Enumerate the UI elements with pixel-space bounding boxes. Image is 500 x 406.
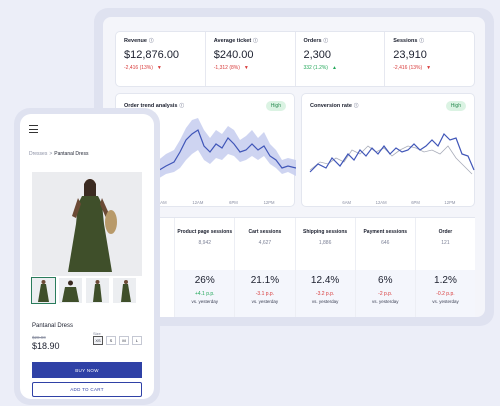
funnel-step[interactable]: Payment sessions 646 6% -2 p.p. vs. yest… bbox=[355, 218, 416, 317]
kpi-orders[interactable]: Orders ⓘ 2,300 332 (1.2%) ▲ bbox=[296, 32, 386, 86]
breadcrumb-current: Pantanal Dress bbox=[54, 151, 89, 157]
menu-icon[interactable] bbox=[29, 125, 38, 136]
thumbnail-strip bbox=[31, 277, 136, 304]
funnel-step-count: 8,942 bbox=[198, 240, 212, 246]
size-option[interactable]: S bbox=[106, 336, 116, 345]
info-icon[interactable]: ⓘ bbox=[180, 103, 185, 109]
funnel-step-title: Product page sessions bbox=[177, 229, 233, 235]
buy-now-button[interactable]: BUY NOW bbox=[32, 362, 142, 378]
conversion-chart bbox=[309, 132, 475, 175]
size-selector: XS S M L bbox=[93, 336, 142, 345]
funnel-step-delta: -2 p.p. bbox=[378, 291, 393, 297]
arrow-down-icon: ▼ bbox=[426, 65, 432, 71]
kpi-change: 332 (1.2%) bbox=[303, 65, 328, 71]
funnel-step[interactable]: Product page sessions 8,942 26% +4.1 p.p… bbox=[175, 218, 236, 317]
dashboard-screen: Revenue ⓘ $12,876.00 -2,416 (13%) ▼ Averag… bbox=[103, 17, 485, 317]
conversion-funnel: ns Product page sessions 8,942 26% +4.1 … bbox=[115, 217, 476, 317]
info-icon[interactable]: ⓘ bbox=[324, 38, 329, 44]
thumbnail[interactable] bbox=[59, 278, 82, 303]
funnel-step-percent: 1.2% bbox=[434, 275, 457, 286]
thumbnail[interactable] bbox=[86, 278, 109, 303]
product-name: Pantanal Dress bbox=[32, 323, 74, 329]
kpi-change: -2,416 (13%) bbox=[124, 65, 153, 71]
funnel-step-comparison: vs. yesterday bbox=[372, 299, 399, 304]
x-tick: 12AM bbox=[192, 200, 204, 205]
funnel-step-count: 646 bbox=[381, 240, 390, 246]
original-price: $28.90 bbox=[32, 335, 46, 340]
card-title: Conversion rate bbox=[310, 103, 352, 109]
arrow-up-icon: ▲ bbox=[331, 65, 337, 71]
size-option[interactable]: XS bbox=[93, 336, 103, 345]
kpi-sessions[interactable]: Sessions ⓘ 23,910 -2,416 (13%) ▼ bbox=[385, 32, 474, 86]
funnel-step-percent: 21.1% bbox=[250, 275, 280, 286]
dress-model-image bbox=[32, 172, 142, 276]
funnel-step-count: 121 bbox=[441, 240, 450, 246]
phone-screen: Dresses > Pantanal Dress Pantanal Dress … bbox=[20, 114, 154, 399]
funnel-step-comparison: vs. yesterday bbox=[311, 299, 339, 304]
funnel-step-count: 1,886 bbox=[318, 240, 332, 246]
x-tick: 12PM bbox=[263, 200, 275, 205]
kpi-strip: Revenue ⓘ $12,876.00 -2,416 (13%) ▼ Averag… bbox=[115, 31, 475, 87]
conversion-rate-card: Conversion rate ⓘ High 6AM 12AM 6PM 12PM bbox=[301, 93, 475, 207]
funnel-step-title: Shipping sessions bbox=[303, 229, 348, 235]
kpi-value: $240.00 bbox=[213, 49, 254, 61]
info-icon[interactable]: ⓘ bbox=[419, 38, 424, 44]
funnel-step-comparison: vs. yesterday bbox=[432, 299, 459, 304]
info-icon[interactable]: ⓘ bbox=[149, 38, 154, 44]
funnel-step-delta: -0.2 p.p. bbox=[436, 291, 455, 297]
kpi-change: -1,312 (8%) bbox=[213, 65, 240, 71]
kpi-average-ticket[interactable]: Average ticket ⓘ $240.00 -1,312 (8%) ▼ bbox=[206, 32, 296, 86]
kpi-value: 2,300 bbox=[303, 49, 332, 61]
funnel-step-delta: -3.1 p.p. bbox=[255, 291, 275, 297]
thumbnail[interactable] bbox=[31, 277, 56, 304]
kpi-value: $12,876.00 bbox=[124, 49, 180, 61]
info-icon[interactable]: ⓘ bbox=[354, 103, 359, 109]
x-tick: 12AM bbox=[375, 200, 387, 205]
funnel-step[interactable]: Order 121 1.2% -0.2 p.p. vs. yesterday bbox=[415, 218, 476, 317]
size-option[interactable]: M bbox=[119, 336, 129, 345]
x-tick: 6PM bbox=[229, 200, 238, 205]
funnel-step[interactable]: Shipping sessions 1,886 12.4% -3.2 p.p. … bbox=[295, 218, 356, 317]
funnel-step-delta: +4.1 p.p. bbox=[194, 291, 215, 297]
x-tick: 12PM bbox=[444, 200, 456, 205]
funnel-step[interactable]: Cart sessions 4,627 21.1% -3.1 p.p. vs. … bbox=[235, 218, 296, 317]
breadcrumb-separator: > bbox=[49, 151, 53, 157]
funnel-step-percent: 12.4% bbox=[310, 275, 340, 286]
kpi-value: 23,910 bbox=[393, 49, 427, 61]
size-option[interactable]: L bbox=[132, 336, 142, 345]
funnel-step-title: Cart sessions bbox=[248, 229, 282, 235]
thumbnail[interactable] bbox=[113, 278, 136, 303]
kpi-label: Average ticket bbox=[213, 38, 252, 44]
breadcrumb-link[interactable]: Dresses bbox=[29, 151, 47, 157]
funnel-step-title: Payment sessions bbox=[363, 229, 408, 235]
product-image[interactable] bbox=[32, 172, 142, 276]
info-icon[interactable]: ⓘ bbox=[253, 38, 258, 44]
funnel-step-percent: 6% bbox=[378, 275, 393, 286]
add-to-cart-button[interactable]: ADD TO CART bbox=[32, 382, 142, 397]
kpi-label: Revenue bbox=[124, 38, 147, 44]
phone-frame: Dresses > Pantanal Dress Pantanal Dress … bbox=[14, 108, 160, 405]
conversion-line bbox=[309, 132, 475, 173]
x-tick: 6PM bbox=[411, 200, 420, 205]
funnel-step-comparison: vs. yesterday bbox=[251, 299, 279, 304]
kpi-label: Orders bbox=[303, 38, 322, 44]
current-price: $18.90 bbox=[32, 341, 60, 351]
funnel-step-delta: -3.2 p.p. bbox=[315, 291, 335, 297]
breadcrumb: Dresses > Pantanal Dress bbox=[29, 151, 88, 157]
funnel-step-comparison: vs. yesterday bbox=[191, 299, 219, 304]
kpi-label: Sessions bbox=[393, 38, 418, 44]
x-tick: 6AM bbox=[342, 200, 352, 205]
kpi-revenue[interactable]: Revenue ⓘ $12,876.00 -2,416 (13%) ▼ bbox=[116, 32, 206, 86]
funnel-step-title: Order bbox=[438, 229, 453, 235]
funnel-step-count: 4,627 bbox=[258, 240, 272, 246]
kpi-change: -2,416 (13%) bbox=[393, 65, 423, 71]
arrow-down-icon: ▼ bbox=[156, 65, 162, 71]
funnel-step-percent: 26% bbox=[194, 275, 215, 286]
arrow-down-icon: ▼ bbox=[243, 65, 249, 71]
